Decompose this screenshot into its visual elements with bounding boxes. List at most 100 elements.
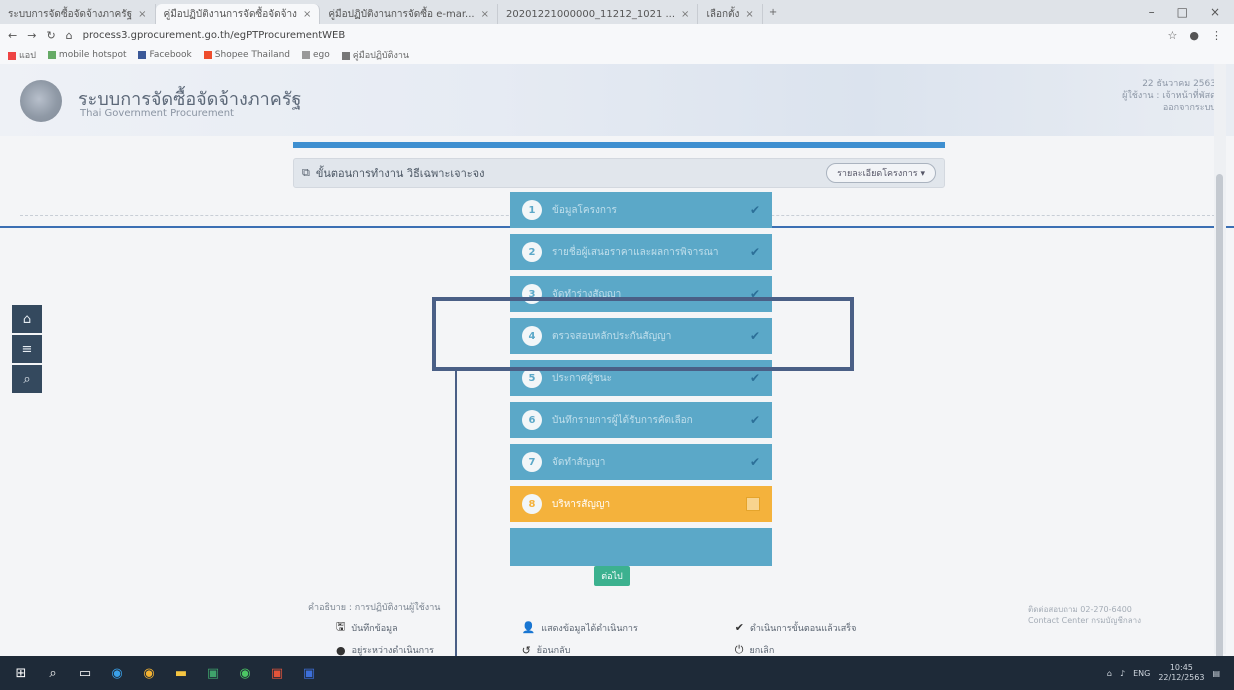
- bookmark[interactable]: คู่มือปฏิบัติงาน: [341, 48, 409, 62]
- legend-item: ⏻ ยกเลิก: [734, 643, 775, 656]
- home-icon[interactable]: ⌂: [12, 305, 42, 333]
- menu-list-icon[interactable]: ≡: [12, 335, 42, 363]
- step-number: 1: [522, 200, 542, 220]
- scrollbar-thumb[interactable]: [1216, 174, 1223, 669]
- close-icon[interactable]: ×: [681, 9, 689, 20]
- maximize-icon[interactable]: □: [1177, 5, 1188, 19]
- browser-tab[interactable]: เลือกตั้ง ×: [698, 4, 763, 24]
- legend-item: ● อยู่ระหว่างดำเนินการ: [336, 643, 435, 657]
- legend-item: ✔ ดำเนินการขั้นตอนแล้วเสร็จ: [734, 621, 857, 634]
- step-number: 7: [522, 452, 542, 472]
- close-icon[interactable]: ×: [138, 9, 146, 20]
- url-field[interactable]: process3.gprocurement.go.th/egPTProcurem…: [83, 30, 346, 41]
- word-icon[interactable]: ▣: [298, 662, 320, 684]
- task-view-icon[interactable]: ▭: [74, 662, 96, 684]
- globe-icon: [341, 51, 350, 60]
- save-icon: [746, 497, 760, 511]
- side-toolbar: ⌂ ≡ ⌕: [12, 305, 42, 395]
- search-icon[interactable]: ⌕: [12, 365, 42, 393]
- menu-icon[interactable]: ⋮: [1211, 29, 1222, 42]
- browser-tab-bar: ระบบการจัดซื้อจัดจ้างภาครัฐ × คู่มือปฏิบั…: [0, 0, 1234, 24]
- bookmark[interactable]: Facebook: [138, 50, 192, 60]
- file-explorer-icon[interactable]: ▬: [170, 662, 192, 684]
- page-scrollbar[interactable]: [1214, 64, 1226, 669]
- check-icon: ✔: [749, 203, 760, 217]
- step-label: ประกาศผู้ชนะ: [552, 372, 612, 384]
- notification-icon[interactable]: ▤: [1212, 669, 1220, 678]
- save-icon: 🖫: [336, 620, 346, 633]
- close-icon[interactable]: ×: [303, 9, 311, 20]
- tab-label: คู่มือปฏิบัติงานการจัดซื้อ e-mar...: [328, 8, 475, 20]
- next-button[interactable]: ต่อไป: [594, 566, 630, 586]
- excel-icon[interactable]: ▣: [202, 662, 224, 684]
- bookmark[interactable]: ego: [302, 50, 330, 60]
- sliders-icon: ⧉: [302, 166, 310, 179]
- step-item[interactable]: 2 รายชื่อผู้เสนอราคาและผลการพิจารณา ✔: [510, 234, 772, 270]
- legend-item: ↺ ย้อนกลับ: [521, 643, 571, 657]
- clock-date: 22/12/2563: [1158, 673, 1205, 682]
- legend-header: คำอธิบาย : การปฏิบัติงานผู้ใช้งาน: [308, 603, 441, 613]
- minimize-icon[interactable]: –: [1149, 5, 1155, 19]
- step-number: 6: [522, 410, 542, 430]
- volume-icon[interactable]: ♪: [1120, 669, 1125, 678]
- close-icon[interactable]: ×: [481, 9, 489, 20]
- new-tab-icon[interactable]: +: [769, 7, 777, 18]
- step-number: 2: [522, 242, 542, 262]
- star-icon[interactable]: ☆: [1168, 29, 1178, 42]
- bookmark[interactable]: แอป: [8, 48, 36, 62]
- profile-icon[interactable]: ●: [1189, 29, 1199, 42]
- tab-label: 20201221000000_11212_1021 ...: [505, 8, 676, 20]
- bookmark[interactable]: mobile hotspot: [47, 50, 126, 60]
- bookmark[interactable]: Shopee Thailand: [203, 50, 290, 60]
- legend-row: ● อยู่ระหว่างดำเนินการ ↺ ย้อนกลับ ⏻ ยกเลิก: [308, 643, 948, 657]
- browser-tab-active[interactable]: คู่มือปฏิบัติงานการจัดซื้อจัดจ้าง ×: [155, 4, 321, 24]
- step-item[interactable]: 1 ข้อมูลโครงการ ✔: [510, 192, 772, 228]
- search-icon[interactable]: ⌕: [42, 662, 64, 684]
- back-icon[interactable]: ←: [8, 29, 17, 42]
- check-icon: ✔: [749, 371, 760, 385]
- ego-icon: [302, 50, 311, 59]
- shopee-icon: [203, 50, 212, 59]
- windows-taskbar: ⊞ ⌕ ▭ ◉ ◉ ▬ ▣ ◉ ▣ ▣ ⌂ ♪ ENG 10:45 22/12/…: [0, 656, 1234, 690]
- home-icon[interactable]: ⌂: [66, 29, 73, 42]
- header-user-info: 22 ธันวาคม 2563 ผู้ใช้งาน : เจ้าหน้าที่พ…: [1122, 78, 1216, 114]
- garuda-emblem-logo: [20, 80, 62, 122]
- step-item-active[interactable]: 8 บริหารสัญญา: [510, 486, 772, 522]
- step-item[interactable]: 7 จัดทำสัญญา ✔: [510, 444, 772, 480]
- check-icon: ✔: [734, 621, 745, 634]
- logout-link[interactable]: ออกจากระบบ: [1122, 102, 1216, 114]
- header-date: 22 ธันวาคม 2563: [1142, 79, 1216, 89]
- undo-icon: ↺: [521, 643, 531, 657]
- system-tray: ⌂ ♪ ENG 10:45 22/12/2563 ▤: [1107, 663, 1234, 683]
- in-progress-icon: ●: [336, 643, 346, 657]
- bookmarks-bar: แอป mobile hotspot Facebook Shopee Thail…: [0, 46, 1234, 65]
- windows-start-icon[interactable]: ⊞: [10, 662, 32, 684]
- tab-label: คู่มือปฏิบัติงานการจัดซื้อจัดจ้าง: [163, 8, 297, 20]
- panel-title: ขั้นตอนการทำงาน วิธีเฉพาะเจาะจง: [315, 167, 485, 180]
- network-icon[interactable]: ⌂: [1107, 669, 1112, 678]
- address-bar: ← → ↻ ⌂ process3.gprocurement.go.th/egPT…: [0, 24, 1234, 46]
- project-detail-dropdown[interactable]: รายละเอียดโครงการ ▾: [826, 163, 936, 183]
- tab-label: ระบบการจัดซื้อจัดจ้างภาครัฐ: [8, 8, 133, 20]
- chrome-icon[interactable]: ◉: [138, 662, 160, 684]
- browser-tab[interactable]: คู่มือปฏิบัติงานการจัดซื้อ e-mar... ×: [320, 4, 498, 24]
- workflow-steps: 1 ข้อมูลโครงการ ✔ 2 รายชื่อผู้เสนอราคาแล…: [510, 192, 772, 572]
- step-item[interactable]: 6 บันทึกรายการผู้ได้รับการคัดเลือก ✔: [510, 402, 772, 438]
- edge-icon[interactable]: ◉: [106, 662, 128, 684]
- hotspot-icon: [47, 50, 56, 59]
- clock[interactable]: 10:45 22/12/2563: [1158, 663, 1204, 683]
- step-item-next[interactable]: [510, 528, 772, 566]
- line-icon[interactable]: ◉: [234, 662, 256, 684]
- legend-item: 👤 แสดงข้อมูลได้ดำเนินการ: [521, 621, 638, 634]
- close-icon[interactable]: ×: [745, 9, 753, 20]
- input-language[interactable]: ENG: [1133, 669, 1150, 678]
- powerpoint-icon[interactable]: ▣: [266, 662, 288, 684]
- forward-icon[interactable]: →: [27, 29, 36, 42]
- close-window-icon[interactable]: ×: [1210, 5, 1220, 19]
- browser-tab[interactable]: 20201221000000_11212_1021 ... ×: [498, 4, 699, 24]
- contact-line: Contact Center กรมบัญชีกลาง: [1028, 616, 1142, 625]
- reload-icon[interactable]: ↻: [46, 29, 55, 42]
- clock-time: 10:45: [1169, 663, 1193, 672]
- check-icon: ✔: [749, 413, 760, 427]
- browser-tab[interactable]: ระบบการจัดซื้อจัดจ้างภาครัฐ ×: [0, 4, 156, 24]
